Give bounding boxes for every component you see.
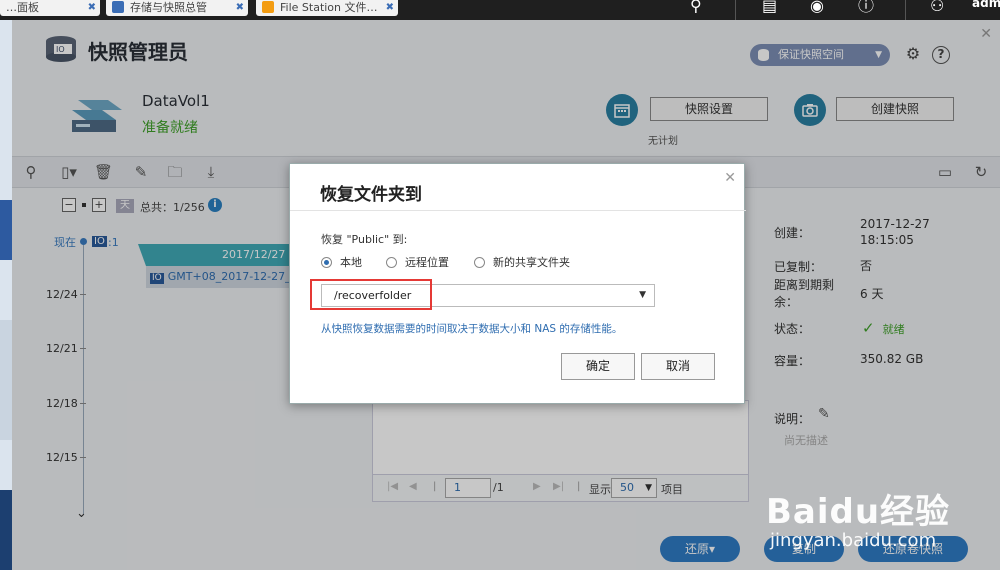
storage-app-icon xyxy=(112,1,124,13)
divider xyxy=(290,210,746,211)
watermark-text: Baidu经验 xyxy=(766,492,951,532)
top-bar: …面板 ✖ 存储与快照总管 ✖ File Station 文件… ✖ ⚲ ▤ ◉… xyxy=(0,0,1000,20)
task-icon[interactable]: ▤ xyxy=(762,0,777,20)
watermark-url: jingyan.baidu.com xyxy=(770,530,937,551)
ok-button[interactable]: 确定 xyxy=(561,353,635,380)
radio-label: 远程位置 xyxy=(405,256,449,269)
radio-new-shared-folder[interactable]: 新的共享文件夹 xyxy=(474,254,570,270)
close-icon[interactable]: ✖ xyxy=(236,0,244,15)
file-station-icon xyxy=(262,1,274,13)
radio-remote[interactable]: 远程位置 xyxy=(386,254,449,270)
divider xyxy=(905,0,906,20)
user-icon[interactable]: ⚇ xyxy=(930,0,944,20)
radio-local[interactable]: 本地 xyxy=(321,254,362,270)
restore-folder-dialog: 恢复文件夹到 ✕ 恢复 "Public" 到: 本地 远程位置 新的共享文件夹 … xyxy=(289,163,746,404)
browser-tab[interactable]: …面板 ✖ xyxy=(0,0,100,16)
divider xyxy=(735,0,736,20)
info-icon[interactable]: ⓘ xyxy=(858,0,874,20)
chevron-down-icon: ▼ xyxy=(639,290,646,300)
user-name[interactable]: adm xyxy=(972,0,1000,20)
close-icon[interactable]: ✕ xyxy=(724,170,736,186)
radio-label: 本地 xyxy=(340,256,362,269)
tab-label: 存储与快照总管 xyxy=(130,1,207,14)
radio-unselected-icon xyxy=(386,257,397,268)
dialog-title: 恢复文件夹到 xyxy=(320,185,422,205)
radio-label: 新的共享文件夹 xyxy=(493,256,570,269)
close-icon[interactable]: ✖ xyxy=(88,0,96,15)
radio-unselected-icon xyxy=(474,257,485,268)
radio-selected-icon xyxy=(321,257,332,268)
search-icon[interactable]: ⚲ xyxy=(690,0,702,20)
browser-tab[interactable]: File Station 文件… ✖ xyxy=(256,0,398,16)
annotation-highlight-box xyxy=(310,279,432,310)
tab-label: File Station 文件… xyxy=(280,1,378,14)
tab-label: …面板 xyxy=(6,1,39,14)
cancel-button[interactable]: 取消 xyxy=(641,353,715,380)
background-strip xyxy=(0,20,12,570)
dialog-prompt: 恢复 "Public" 到: xyxy=(321,233,408,246)
baidu-watermark: Baidu经验 jingyan.baidu.com xyxy=(766,470,986,560)
background-block xyxy=(0,490,12,570)
notification-icon[interactable]: ◉ xyxy=(810,0,824,20)
browser-tab[interactable]: 存储与快照总管 ✖ xyxy=(106,0,248,16)
dialog-note: 从快照恢复数据需要的时间取决于数据大小和 NAS 的存储性能。 xyxy=(321,323,623,335)
background-block xyxy=(0,320,12,440)
close-icon[interactable]: ✖ xyxy=(386,0,394,15)
background-block xyxy=(0,200,12,260)
